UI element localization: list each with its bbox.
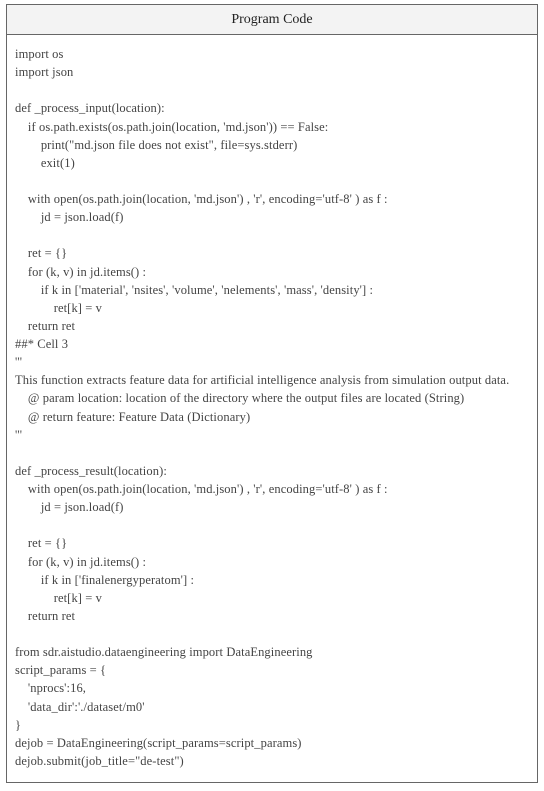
code-panel: Program Code import os import json def _… xyxy=(6,4,538,783)
panel-title: Program Code xyxy=(7,5,537,35)
program-code: import os import json def _process_input… xyxy=(7,35,537,782)
